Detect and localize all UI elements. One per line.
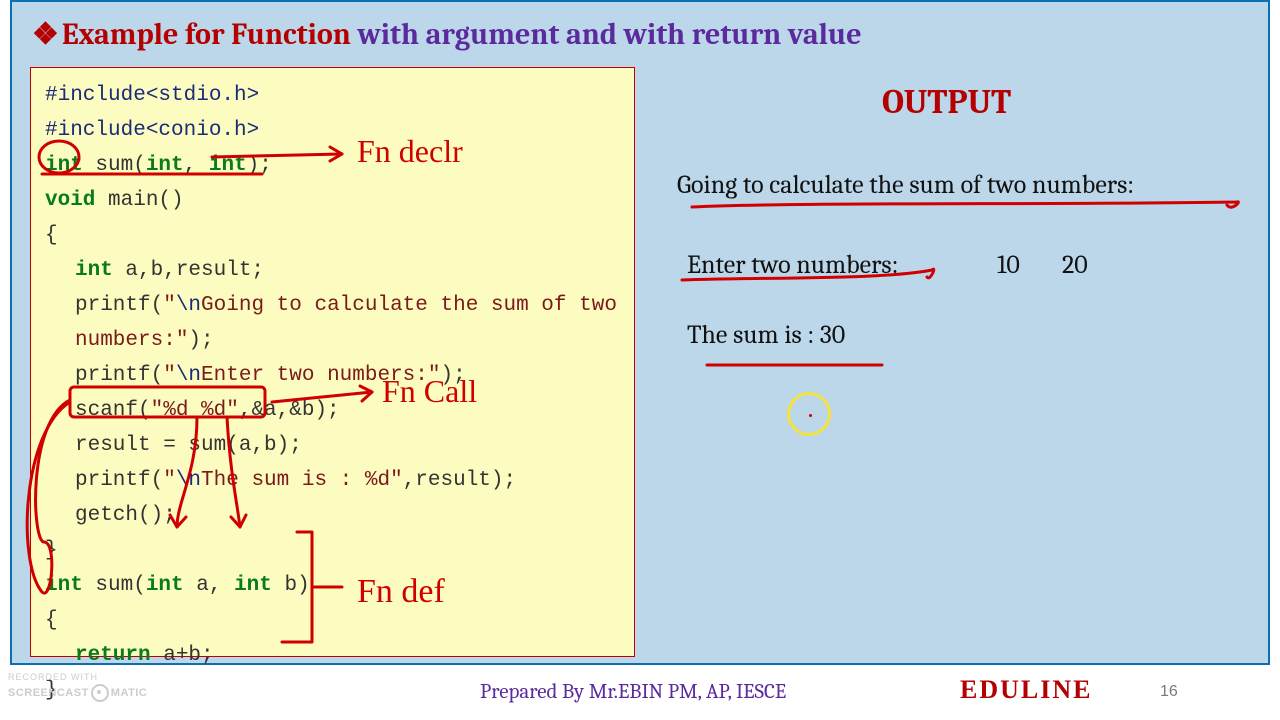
output-line-2c: 20 xyxy=(1062,250,1088,280)
footer-prepared-by: Prepared By Mr.EBIN PM, AP, IESCE xyxy=(480,680,786,704)
code-line: int a,b,result; xyxy=(45,253,626,288)
watermark-line1: RECORDED WITH xyxy=(8,672,98,682)
code-line: printf("\nGoing to calculate the sum of … xyxy=(45,288,626,358)
code-line: void main() xyxy=(45,183,626,218)
output-line-3: The sum is : 30 xyxy=(687,320,845,350)
output-heading: OUTPUT xyxy=(882,82,1011,122)
output-line-1: Going to calculate the sum of two number… xyxy=(677,170,1134,200)
code-line: int sum(int a, int b) xyxy=(45,568,626,603)
watermark-line2: SCREENCASTMATIC xyxy=(8,684,147,702)
code-line: scanf("%d %d",&a,&b); xyxy=(45,393,626,428)
code-line: return a+b; xyxy=(45,638,626,673)
output-line-2b: 10 xyxy=(997,250,1020,280)
code-line: getch(); xyxy=(45,498,626,533)
code-line: } xyxy=(45,533,626,568)
code-line: { xyxy=(45,218,626,253)
slide-title: ❖Example for Function with argument and … xyxy=(32,17,862,52)
code-block: #include<stdio.h> #include<conio.h> int … xyxy=(30,67,635,657)
title-part1: Example for Function xyxy=(62,17,358,52)
watermark-circle-icon xyxy=(91,684,109,702)
page-number: 16 xyxy=(1160,683,1178,701)
code-line: #include<stdio.h> xyxy=(45,78,626,113)
code-line: int sum(int, int); xyxy=(45,148,626,183)
slide: ❖Example for Function with argument and … xyxy=(10,0,1270,665)
code-line: printf("\nThe sum is : %d",result); xyxy=(45,463,626,498)
output-line-2a: Enter two numbers: xyxy=(687,250,898,280)
code-line: { xyxy=(45,603,626,638)
code-line: printf("\nEnter two numbers:"); xyxy=(45,358,626,393)
footer-brand: EDULINE xyxy=(960,675,1092,705)
code-line: result = sum(a,b); xyxy=(45,428,626,463)
code-line: #include<conio.h> xyxy=(45,113,626,148)
bullet-icon: ❖ xyxy=(32,17,56,52)
title-part2: with argument and with return value xyxy=(357,17,861,52)
cursor-highlight-icon xyxy=(787,392,831,436)
